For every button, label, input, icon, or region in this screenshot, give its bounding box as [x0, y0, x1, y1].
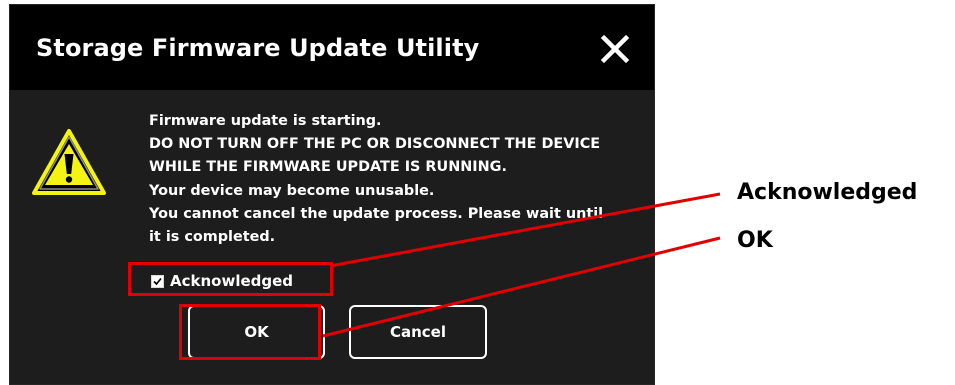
acknowledged-callout-label: Acknowledged [737, 180, 918, 205]
acknowledged-callout-line [329, 192, 721, 268]
ok-callout-line [322, 236, 721, 338]
ok-callout-label: OK [737, 228, 773, 253]
screenshot-stage: Storage Firmware Update Utility Firmware… [0, 0, 955, 385]
